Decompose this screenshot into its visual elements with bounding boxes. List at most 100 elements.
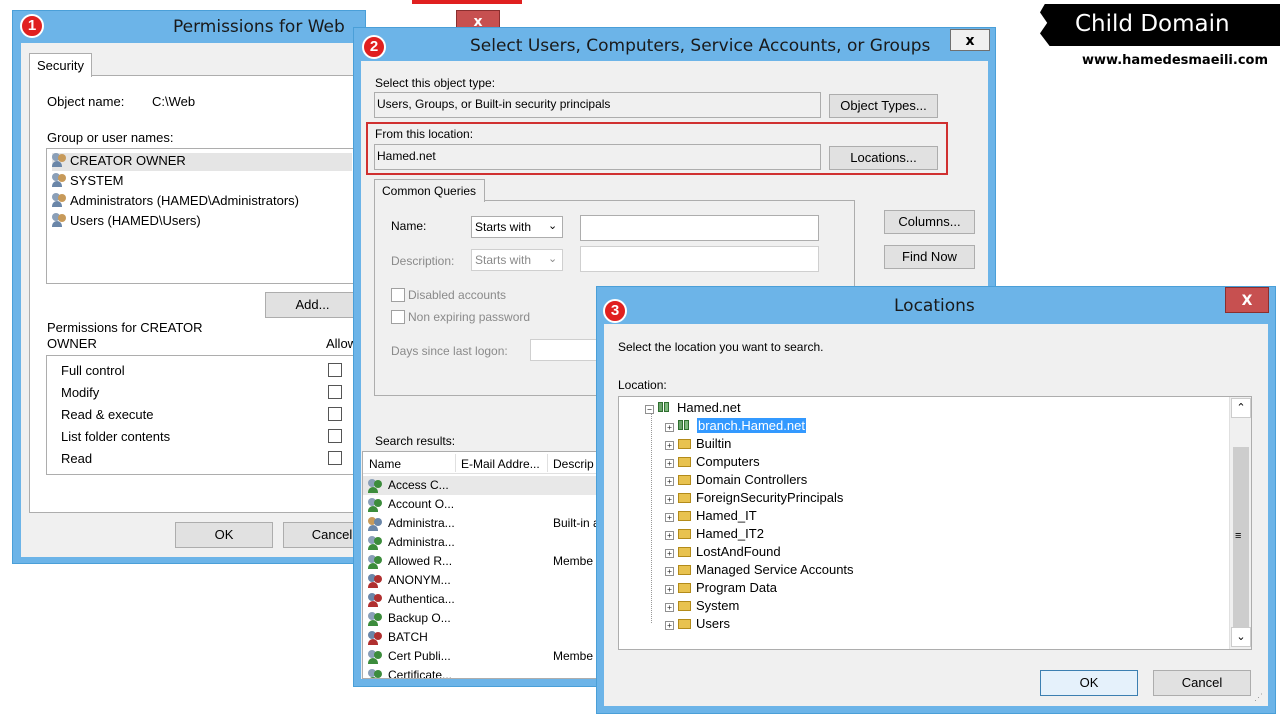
tree-item-container[interactable]: + ForeignSecurityPrincipals [665, 490, 843, 505]
result-description: Membe [553, 649, 594, 663]
result-row[interactable]: Access C... [363, 476, 601, 495]
expand-icon[interactable]: + [665, 549, 674, 558]
result-row[interactable]: Account O... [363, 495, 601, 514]
tree-item-label: Domain Controllers [696, 472, 808, 487]
expand-icon[interactable]: + [665, 441, 674, 450]
user-group-icon [368, 612, 384, 626]
tree-item-container[interactable]: + Users [665, 616, 730, 631]
tree-item-branch[interactable]: + branch.Hamed.net [665, 418, 806, 433]
columns-button[interactable]: Columns... [884, 210, 975, 234]
location-label: Location: [618, 378, 667, 392]
group-list-item[interactable]: SYSTEM [52, 173, 123, 188]
allow-full-control-checkbox[interactable] [328, 363, 342, 377]
scroll-up-icon[interactable]: ⌃ [1231, 398, 1251, 418]
tree-scrollbar[interactable]: ⌃ ≡ ⌄ [1229, 397, 1251, 649]
scroll-down-icon[interactable]: ⌄ [1231, 627, 1251, 647]
step-badge-3: 3 [603, 299, 627, 323]
tree-item-container[interactable]: + System [665, 598, 739, 613]
result-row[interactable]: Backup O... [363, 609, 601, 628]
result-row[interactable]: Certificate... [363, 666, 601, 678]
tree-item-container[interactable]: + Managed Service Accounts [665, 562, 854, 577]
name-operator-select[interactable]: Starts with ⌄ [471, 216, 563, 238]
tree-root-item[interactable]: − Hamed.net [645, 400, 741, 415]
tree-item-container[interactable]: + LostAndFound [665, 544, 781, 559]
result-row[interactable]: Authentica... [363, 590, 601, 609]
description-input[interactable] [580, 246, 819, 272]
folder-icon [678, 565, 691, 575]
result-name: ANONYM... [388, 573, 451, 587]
expand-icon[interactable]: + [665, 477, 674, 486]
allow-modify-checkbox[interactable] [328, 385, 342, 399]
location-tree[interactable]: − Hamed.net + branch.Hamed.net + Builtin + Com… [618, 396, 1252, 650]
perm-ok-button[interactable]: OK [175, 522, 273, 548]
non-expiring-checkbox[interactable] [391, 310, 405, 324]
disabled-accounts-checkbox[interactable] [391, 288, 405, 302]
tree-item-container[interactable]: + Builtin [665, 436, 731, 451]
tab-security[interactable]: Security [29, 53, 92, 77]
perm-full-control: Full control [61, 363, 125, 378]
folder-icon [678, 475, 691, 485]
add-button[interactable]: Add... [265, 292, 360, 318]
tab-common-queries[interactable]: Common Queries [374, 179, 485, 202]
column-header-description[interactable]: Descrip [553, 457, 594, 471]
expand-icon[interactable]: + [665, 423, 674, 432]
tree-item-label: Managed Service Accounts [696, 562, 854, 577]
locations-ok-button[interactable]: OK [1040, 670, 1138, 696]
tree-item-label: Program Data [696, 580, 777, 595]
locations-button[interactable]: Locations... [829, 146, 938, 170]
expand-icon[interactable]: + [665, 495, 674, 504]
expand-icon[interactable]: + [665, 567, 674, 576]
locations-close-button[interactable]: X [1225, 287, 1269, 313]
step-badge-2: 2 [362, 35, 386, 59]
tab-common-queries-label: Common Queries [382, 184, 477, 198]
expand-icon[interactable]: + [665, 603, 674, 612]
collapse-icon[interactable]: − [645, 405, 654, 414]
user-group-icon [52, 153, 68, 167]
user-group-icon [368, 517, 384, 531]
result-name: Cert Publi... [388, 649, 451, 663]
group-names-label: Group or user names: [47, 130, 174, 145]
name-input[interactable] [580, 215, 819, 241]
perm-list-folder: List folder contents [61, 429, 171, 444]
description-operator-select[interactable]: Starts with ⌄ [471, 249, 563, 271]
result-row[interactable]: Administra... Built-in a [363, 514, 601, 533]
perm-modify: Modify [61, 385, 100, 400]
group-list-item[interactable]: Administrators (HAMED\Administrators) [52, 193, 299, 208]
expand-icon[interactable]: + [665, 531, 674, 540]
tree-item-container[interactable]: + Program Data [665, 580, 777, 595]
group-list[interactable]: CREATOR OWNER SYSTEM Administrators (HAM… [46, 148, 356, 284]
resize-grip-icon[interactable]: ⋰ [1254, 692, 1263, 703]
name-label: Name: [391, 219, 427, 233]
result-row[interactable]: BATCH [363, 628, 601, 647]
expand-icon[interactable]: + [665, 459, 674, 468]
result-description: Built-in a [553, 516, 600, 530]
allow-read-checkbox[interactable] [328, 451, 342, 465]
from-location-value: Hamed.net [377, 149, 436, 163]
tree-item-container[interactable]: + Hamed_IT [665, 508, 757, 523]
allow-list-folder-checkbox[interactable] [328, 429, 342, 443]
object-type-value: Users, Groups, or Built-in security prin… [377, 97, 611, 111]
result-row[interactable]: Cert Publi... Membe [363, 647, 601, 666]
result-row[interactable]: Administra... [363, 533, 601, 552]
locations-cancel-button[interactable]: Cancel [1153, 670, 1251, 696]
tree-item-container[interactable]: + Hamed_IT2 [665, 526, 764, 541]
object-types-button[interactable]: Object Types... [829, 94, 938, 118]
tree-item-container[interactable]: + Domain Controllers [665, 472, 807, 487]
allow-read-execute-checkbox[interactable] [328, 407, 342, 421]
group-list-item[interactable]: Users (HAMED\Users) [52, 213, 201, 228]
expand-icon[interactable]: + [665, 621, 674, 630]
result-row[interactable]: ANONYM... [363, 571, 601, 590]
column-header-email[interactable]: E-Mail Addre... [461, 457, 540, 471]
expand-icon[interactable]: + [665, 585, 674, 594]
group-list-item[interactable]: CREATOR OWNER [52, 153, 352, 171]
expand-icon[interactable]: + [665, 513, 674, 522]
tree-item-container[interactable]: + Computers [665, 454, 760, 469]
column-header-name[interactable]: Name [369, 457, 401, 471]
select-users-close-button[interactable]: x [950, 29, 990, 51]
days-since-logon-select[interactable] [530, 339, 600, 361]
perm-read: Read [61, 451, 93, 466]
description-label: Description: [391, 254, 455, 268]
search-results-table[interactable]: Name E-Mail Addre... Descrip Access C...… [362, 451, 602, 679]
result-row[interactable]: Allowed R... Membe [363, 552, 601, 571]
find-now-button[interactable]: Find Now [884, 245, 975, 269]
